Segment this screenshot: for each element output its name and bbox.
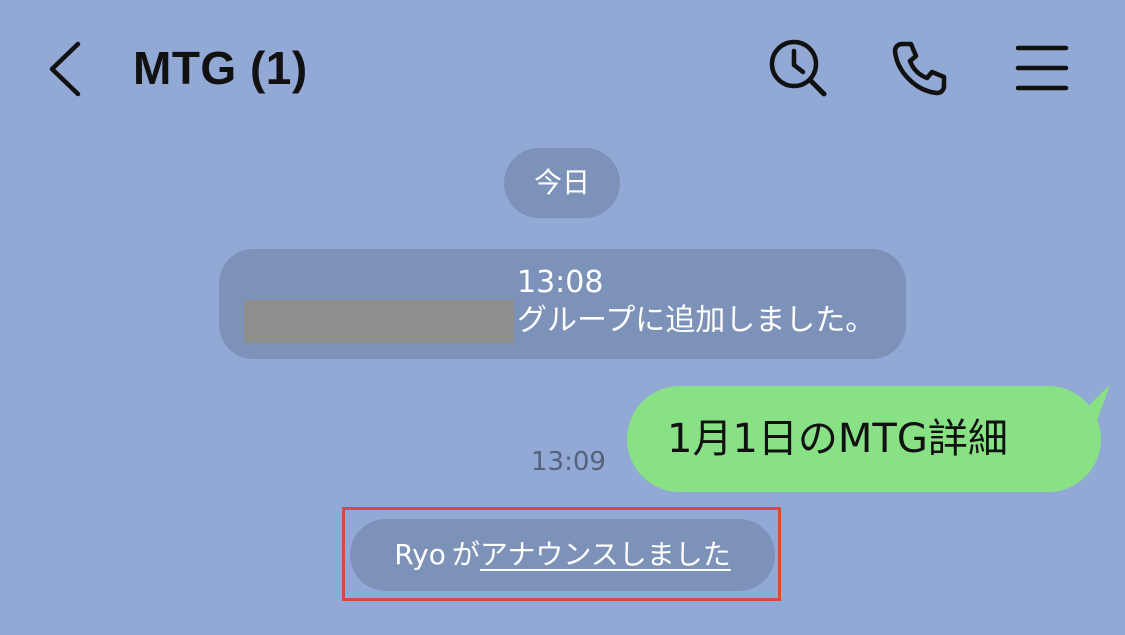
outgoing-message-bubble[interactable]: 1月1日のMTG詳細 [627,386,1101,492]
announcement-notice: Ryo がアナウンスしました [350,519,775,591]
message-text: 1月1日のMTG詳細 [667,416,1008,462]
menu-icon [1015,45,1069,91]
system-notice: 13:08 グループに追加しました。 [219,249,906,359]
chat-header: MTG (1) [0,0,1125,135]
redacted-name [244,300,514,343]
chat-title: MTG (1) [133,42,308,94]
system-notice-time: 13:08 [517,265,604,300]
back-button[interactable] [38,38,98,98]
search-button[interactable] [766,36,830,100]
announcement-particle: が [451,538,480,571]
system-notice-text: グループに追加しました。 [517,303,876,338]
menu-button[interactable] [1010,36,1074,100]
chevron-left-icon [49,41,81,97]
announcement-link[interactable]: アナウンスしました [480,538,731,571]
search-history-icon [769,39,827,97]
call-button[interactable] [888,36,952,100]
date-separator: 今日 [504,148,620,218]
phone-icon [892,41,947,96]
message-timestamp: 13:09 [531,447,606,477]
announcement-user: Ryo [394,538,446,571]
